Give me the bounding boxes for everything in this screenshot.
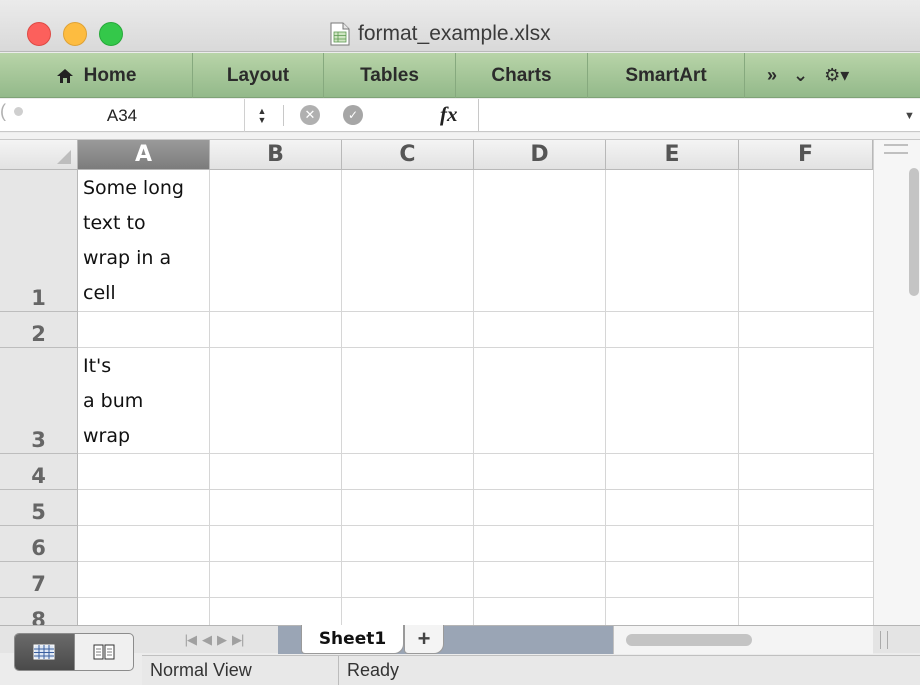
name-box-stepper-icon[interactable]: ▲ ▼ (247, 99, 277, 132)
tab-home[interactable]: Home (0, 53, 193, 98)
minimize-window-button[interactable] (63, 22, 87, 46)
title-bar: format_example.xlsx (0, 0, 920, 52)
cell-a1-line: cell (83, 282, 116, 304)
formula-input[interactable] (478, 99, 898, 132)
zoom-window-button[interactable] (99, 22, 123, 46)
row-header-2[interactable]: 2 (0, 312, 78, 348)
home-icon (56, 68, 73, 83)
column-header-f[interactable]: F (739, 140, 873, 170)
horizontal-split-handle-icon[interactable] (880, 631, 888, 649)
horizontal-scrollbar[interactable] (613, 626, 873, 654)
row-header-4[interactable]: 4 (0, 454, 78, 490)
tab-layout-label: Layout (226, 64, 290, 86)
page-layout-view-icon (93, 644, 115, 660)
last-sheet-icon[interactable]: ▶| (232, 632, 244, 648)
column-header-e[interactable]: E (606, 140, 739, 170)
view-mode-label: Normal View (150, 660, 252, 680)
tab-tables[interactable]: Tables (324, 53, 456, 98)
gridline (473, 170, 474, 625)
excel-window: format_example.xlsx Home Layout Tables C… (0, 0, 920, 685)
gridline (78, 453, 873, 454)
cancel-entry-icon[interactable]: ✕ (300, 105, 320, 125)
gridline (78, 311, 873, 312)
column-header-c[interactable]: C (342, 140, 474, 170)
cell-a3[interactable]: It's a bum wrap (79, 348, 209, 453)
collapse-ribbon-icon[interactable]: ⌄ (793, 65, 808, 86)
tab-charts[interactable]: Charts (456, 53, 588, 98)
sheet-navigation: |◀ ◀ ▶ ▶| (150, 626, 278, 654)
expand-formula-bar-icon[interactable]: ▼ (904, 110, 915, 122)
cell-a3-line: wrap (83, 425, 131, 447)
row-header-7[interactable]: 7 (0, 562, 78, 598)
page-layout-view-button[interactable] (73, 634, 133, 670)
tab-layout[interactable]: Layout (193, 53, 324, 98)
cell-a1-line: wrap in a (83, 247, 172, 269)
divider (283, 105, 284, 126)
vertical-scrollbar[interactable] (873, 140, 920, 625)
cell-a1-line: text to (83, 212, 146, 234)
formula-bar: A34 ▲ ▼ ✕ ✓ ( fx ▼ (0, 99, 920, 132)
split-handle-icon[interactable] (884, 144, 908, 154)
row-header-8[interactable]: 8 (0, 598, 78, 625)
sheet-tab-bar: |◀ ◀ ▶ ▶| Sheet1 + (0, 625, 920, 654)
column-header-d[interactable]: D (474, 140, 606, 170)
sheet-tab-sheet1[interactable]: Sheet1 (301, 625, 404, 654)
ribbon-tools: » ⌄ ⚙▾ (745, 53, 920, 97)
window-title: format_example.xlsx (330, 20, 551, 48)
gear-icon[interactable]: ⚙▾ (824, 65, 849, 86)
gridline (78, 597, 873, 598)
gridline (78, 561, 873, 562)
status-text: Ready (347, 660, 400, 680)
cell-a1-line: Some long (83, 177, 184, 199)
gridline (341, 170, 342, 625)
row-header-3[interactable]: 3 (0, 348, 78, 454)
insert-function-icon[interactable]: fx (440, 102, 458, 127)
close-window-button[interactable] (27, 22, 51, 46)
gridline (738, 170, 739, 625)
previous-sheet-icon[interactable]: ◀ (202, 632, 212, 648)
window-title-text: format_example.xlsx (358, 22, 551, 45)
tab-smartart[interactable]: SmartArt (588, 53, 745, 98)
gridline (78, 489, 873, 490)
next-sheet-icon[interactable]: ▶ (217, 632, 227, 648)
cell-a1[interactable]: Some long text to wrap in a cell (79, 170, 209, 311)
row-header-1[interactable]: 1 (0, 170, 78, 312)
vertical-scroll-thumb[interactable] (909, 168, 919, 296)
tab-home-label: Home (83, 64, 137, 86)
gridline (78, 525, 873, 526)
view-switcher (14, 633, 134, 671)
column-header-a[interactable]: A (78, 140, 210, 170)
tab-charts-label: Charts (491, 64, 552, 86)
horizontal-scroll-thumb[interactable] (626, 634, 752, 646)
gridline (209, 170, 210, 625)
tab-smartart-label: SmartArt (625, 64, 707, 86)
row-header-5[interactable]: 5 (0, 490, 78, 526)
status-bar: Normal View Ready (142, 655, 920, 685)
divider (338, 656, 339, 685)
worksheet-grid[interactable]: A B C D E F 1 2 3 4 5 6 7 8 Some long te… (0, 140, 920, 625)
gridline (605, 170, 606, 625)
name-box[interactable]: A34 (0, 99, 245, 132)
overflow-chevron-icon[interactable]: » (767, 65, 777, 86)
cell-a3-line: a bum (83, 390, 144, 412)
spreadsheet-document-icon (330, 22, 350, 46)
ribbon-tabs: Home Layout Tables Charts SmartArt » ⌄ ⚙… (0, 53, 920, 98)
normal-view-icon (33, 644, 55, 660)
column-header-b[interactable]: B (210, 140, 342, 170)
tab-tables-label: Tables (360, 64, 419, 86)
add-sheet-button[interactable]: + (404, 625, 444, 654)
confirm-entry-icon[interactable]: ✓ (343, 105, 363, 125)
row-header-6[interactable]: 6 (0, 526, 78, 562)
normal-view-button[interactable] (15, 634, 74, 670)
first-sheet-icon[interactable]: |◀ (185, 632, 197, 648)
cell-a3-line: It's (83, 355, 112, 377)
formula-bar-divider (0, 133, 920, 140)
select-all-corner[interactable] (0, 140, 78, 170)
